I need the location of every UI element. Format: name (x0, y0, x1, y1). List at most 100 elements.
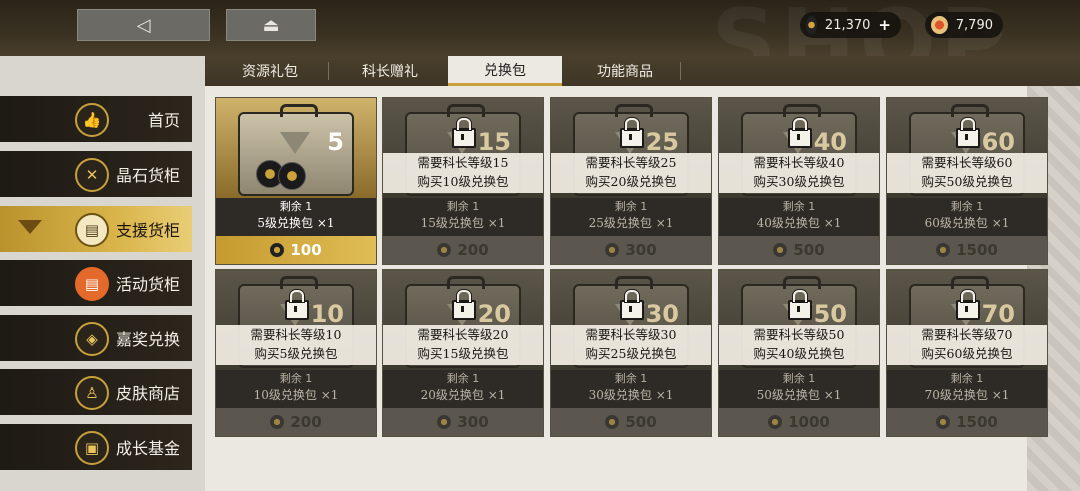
product-name: 20级兑换包 ×1 (420, 388, 506, 402)
uniform-icon: ♙ (75, 376, 109, 410)
currency-primary: 21,370 + (800, 12, 901, 38)
remaining-count: 剩余 1 (614, 372, 648, 385)
lock-icon (620, 118, 644, 148)
lock-icon (285, 290, 309, 320)
remaining-count: 剩余 1 (614, 200, 648, 213)
record-disc-icon (278, 162, 306, 190)
currency-secondary: 7,790 (925, 12, 1003, 38)
product-card[interactable]: 15 需要科长等级15 购买10级兑换包 剩余 1 15级兑换包 ×1 200 (382, 97, 544, 265)
product-card[interactable]: 40 需要科长等级40 购买30级兑换包 剩余 1 40级兑换包 ×1 500 (718, 97, 880, 265)
product-card[interactable]: 25 需要科长等级25 购买20级兑换包 剩余 1 25级兑换包 ×1 300 (550, 97, 712, 265)
product-card[interactable]: 10 需要科长等级10 购买5级兑换包 剩余 1 10级兑换包 ×1 200 (215, 269, 377, 437)
record-coin-icon (605, 415, 620, 429)
sidebar-item-support[interactable]: ▤ 支援货柜 (0, 206, 192, 252)
product-name: 10级兑换包 ×1 (253, 388, 339, 402)
price-button[interactable]: 300 (383, 408, 543, 436)
remaining-count: 剩余 1 (446, 200, 480, 213)
tab-chief-gift[interactable]: 科长赠礼 (340, 56, 440, 86)
lock-icon (452, 290, 476, 320)
record-coin-icon (806, 16, 817, 34)
product-name: 30级兑换包 ×1 (588, 388, 674, 402)
top-bar: SHOP ◁ ⏏ 21,370 + 7,790 (0, 0, 1080, 95)
product-card[interactable]: 30 需要科长等级30 购买25级兑换包 剩余 1 30级兑换包 ×1 500 (550, 269, 712, 437)
lock-requirement: 需要科长等级40 购买30级兑换包 (719, 153, 879, 193)
record-coin-icon (773, 243, 788, 257)
back-arrow-icon: ◁ (136, 14, 151, 36)
tab-exchange-pack[interactable]: 兑换包 (448, 56, 562, 86)
record-coin-icon (605, 243, 620, 257)
price-button[interactable]: 1500 (887, 408, 1047, 436)
back-button[interactable]: ◁ (77, 9, 210, 41)
tab-bar: 资源礼包 科长赠礼 兑换包 功能商品 (205, 56, 1080, 86)
record-coin-icon (437, 415, 452, 429)
lock-requirement: 需要科长等级20 购买15级兑换包 (383, 325, 543, 365)
remaining-count: 剩余 1 (279, 372, 313, 385)
crate-icon: ▤ (75, 213, 109, 247)
lock-icon (788, 118, 812, 148)
sidebar-item-skin[interactable]: ♙ 皮肤商店 (0, 369, 192, 415)
product-card[interactable]: 60 需要科长等级60 购买50级兑换包 剩余 1 60级兑换包 ×1 1500 (886, 97, 1048, 265)
crossed-swords-icon: ✕ (75, 158, 109, 192)
crystal-coin-icon (931, 16, 948, 34)
remaining-count: 剩余 1 (950, 200, 984, 213)
lock-icon (620, 290, 644, 320)
product-name: 40级兑换包 ×1 (756, 216, 842, 230)
lock-icon (956, 290, 980, 320)
lock-icon (452, 118, 476, 148)
sidebar-item-home[interactable]: 👍 首页 (0, 96, 192, 142)
sidebar-item-reward[interactable]: ◈ 嘉奖兑换 (0, 315, 192, 361)
add-currency-button[interactable]: + (878, 16, 891, 34)
product-card[interactable]: 50 需要科长等级50 购买40级兑换包 剩余 1 50级兑换包 ×1 1000 (718, 269, 880, 437)
product-card[interactable]: 70 需要科长等级70 购买60级兑换包 剩余 1 70级兑换包 ×1 1500 (886, 269, 1048, 437)
sidebar: 👍 首页 ✕ 晶石货柜 ▤ 支援货柜 ▤ 活动货柜 ◈ 嘉奖兑换 ♙ 皮肤商店 … (0, 90, 205, 491)
thumbs-up-icon: 👍 (75, 103, 109, 137)
record-coin-icon (768, 415, 783, 429)
product-name: 15级兑换包 ×1 (420, 216, 506, 230)
price-button[interactable]: 500 (551, 408, 711, 436)
price-button[interactable]: 1500 (887, 236, 1047, 264)
currency-primary-value: 21,370 (824, 17, 871, 33)
price-button[interactable]: 1000 (719, 408, 879, 436)
product-name: 5级兑换包 ×1 (257, 216, 335, 230)
remaining-count: 剩余 1 (446, 372, 480, 385)
badge-icon: ◈ (75, 322, 109, 356)
price-button[interactable]: 500 (719, 236, 879, 264)
lock-requirement: 需要科长等级60 购买50级兑换包 (887, 153, 1047, 193)
tab-function-items[interactable]: 功能商品 (575, 56, 675, 86)
tab-resource-pack[interactable]: 资源礼包 (225, 56, 315, 86)
lock-requirement: 需要科长等级50 购买40级兑换包 (719, 325, 879, 365)
lock-requirement: 需要科长等级30 购买25级兑换包 (551, 325, 711, 365)
product-name: 25级兑换包 ×1 (588, 216, 674, 230)
lock-requirement: 需要科长等级10 购买5级兑换包 (216, 325, 376, 365)
activity-crate-icon: ▤ (75, 267, 109, 301)
sidebar-item-crystal[interactable]: ✕ 晶石货柜 (0, 151, 192, 197)
sidebar-item-fund[interactable]: ▣ 成长基金 (0, 424, 192, 470)
lock-requirement: 需要科长等级15 购买10级兑换包 (383, 153, 543, 193)
product-name: 50级兑换包 ×1 (756, 388, 842, 402)
card-art: 5 (216, 98, 376, 198)
record-coin-icon (270, 415, 285, 429)
product-card[interactable]: 5 剩余 1 5级兑换包 ×1 100 (215, 97, 377, 265)
sidebar-item-activity[interactable]: ▤ 活动货柜 (0, 260, 192, 306)
lock-requirement: 需要科长等级70 购买60级兑换包 (887, 325, 1047, 365)
record-coin-icon (270, 243, 285, 257)
price-button[interactable]: 200 (216, 408, 376, 436)
lock-icon (788, 290, 812, 320)
fund-chest-icon: ▣ (75, 431, 109, 465)
price-button[interactable]: 100 (216, 236, 376, 264)
remaining-count: 剩余 1 (782, 372, 816, 385)
currency-secondary-value: 7,790 (955, 17, 993, 33)
home-button[interactable]: ⏏ (226, 9, 316, 41)
record-coin-icon (936, 415, 951, 429)
remaining-count: 剩余 1 (782, 200, 816, 213)
product-name: 60级兑换包 ×1 (924, 216, 1010, 230)
price-button[interactable]: 300 (551, 236, 711, 264)
remaining-count: 剩余 1 (279, 200, 313, 213)
price-button[interactable]: 200 (383, 236, 543, 264)
eject-home-icon: ⏏ (262, 14, 280, 36)
remaining-count: 剩余 1 (950, 372, 984, 385)
product-card[interactable]: 20 需要科长等级20 购买15级兑换包 剩余 1 20级兑换包 ×1 300 (382, 269, 544, 437)
selected-arrow-icon (18, 220, 42, 234)
lock-icon (956, 118, 980, 148)
record-coin-icon (437, 243, 452, 257)
